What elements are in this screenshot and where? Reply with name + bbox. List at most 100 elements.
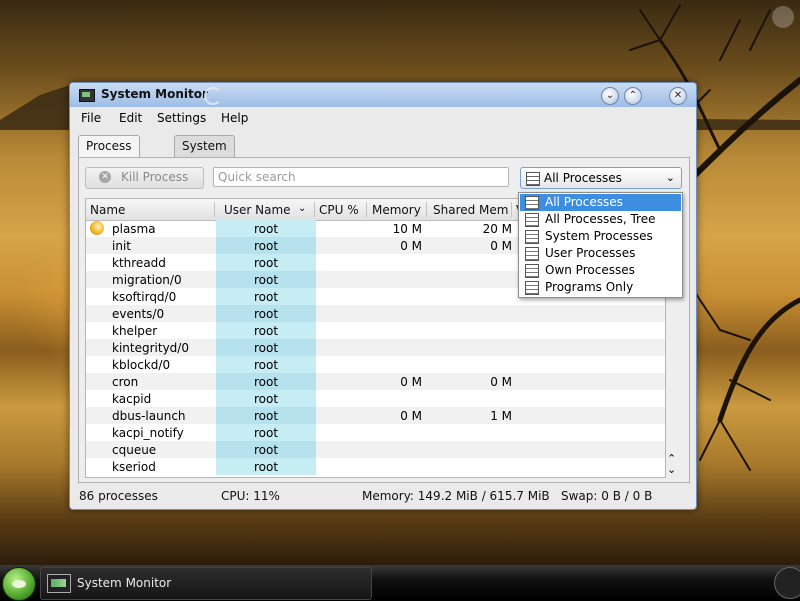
process-user: root xyxy=(253,358,279,372)
plasma-icon xyxy=(90,221,104,235)
table-row[interactable]: cron root 0 M 0 M xyxy=(86,373,665,390)
column-name[interactable]: Name xyxy=(90,203,125,217)
status-memory: Memory: 149.2 MiB / 615.7 MiB xyxy=(362,489,550,503)
dropdown-option[interactable]: System Processes xyxy=(520,228,681,245)
kill-process-button[interactable]: ✕ Kill Process xyxy=(85,167,204,189)
list-icon xyxy=(525,281,539,295)
process-user: root xyxy=(253,239,279,253)
process-name: kintegrityd/0 xyxy=(112,341,189,355)
dropdown-option[interactable]: Own Processes xyxy=(520,262,681,279)
table-row[interactable]: kacpi_notify root xyxy=(86,424,665,441)
column-cpu[interactable]: CPU % xyxy=(319,203,359,217)
column-separator xyxy=(214,202,215,217)
process-name: kblockd/0 xyxy=(112,358,171,372)
process-user: root xyxy=(253,324,279,338)
column-separator xyxy=(426,202,427,217)
window-title: System Monitor xyxy=(101,87,208,101)
desktop-toolbox-icon[interactable] xyxy=(772,6,794,28)
process-name: cqueue xyxy=(112,443,157,457)
menu-help[interactable]: Help xyxy=(221,111,248,125)
quick-search-input[interactable] xyxy=(213,167,509,187)
table-row[interactable]: kacpid root xyxy=(86,390,665,407)
kill-icon: ✕ xyxy=(99,171,111,183)
process-name: kacpid xyxy=(112,392,152,406)
list-icon xyxy=(525,213,539,227)
table-row[interactable]: kintegrityd/0 root xyxy=(86,339,665,356)
process-memory: 0 M xyxy=(400,375,422,389)
column-separator xyxy=(314,202,315,217)
column-shared-memory[interactable]: Shared Mem xyxy=(433,203,509,217)
taskbar-item-label: System Monitor xyxy=(77,576,172,590)
maximize-button[interactable]: ⌃ xyxy=(624,87,642,105)
dropdown-option-label: All Processes, Tree xyxy=(545,212,656,226)
monitor-icon xyxy=(47,574,71,593)
process-memory: 0 M xyxy=(400,239,422,253)
table-row[interactable]: kblockd/0 root xyxy=(86,356,665,373)
taskbar: System Monitor xyxy=(0,565,800,601)
process-user: root xyxy=(253,375,279,389)
dropdown-option[interactable]: Programs Only xyxy=(520,279,681,296)
dropdown-option[interactable]: All Processes xyxy=(520,194,681,211)
column-memory[interactable]: Memory xyxy=(372,203,421,217)
process-user: root xyxy=(253,290,279,304)
table-row[interactable]: events/0 root xyxy=(86,305,665,322)
tray-icon[interactable] xyxy=(774,567,800,599)
process-name: init xyxy=(112,239,131,253)
process-user: root xyxy=(253,460,279,474)
process-name: plasma xyxy=(112,222,156,236)
dropdown-option-label: Programs Only xyxy=(545,280,634,294)
table-row[interactable]: cqueue root xyxy=(86,441,665,458)
status-swap: Swap: 0 B / 0 B xyxy=(561,489,653,503)
chevron-down-icon: ⌄ xyxy=(665,171,675,184)
close-button[interactable]: ✕ xyxy=(669,87,687,105)
menu-edit[interactable]: Edit xyxy=(119,111,142,125)
process-user: root xyxy=(253,341,279,355)
taskbar-item-system-monitor[interactable]: System Monitor xyxy=(40,567,372,600)
column-user-name[interactable]: User Name xyxy=(224,203,291,217)
process-user: root xyxy=(253,273,279,287)
swirl-icon xyxy=(204,87,222,105)
table-row[interactable]: khelper root xyxy=(86,322,665,339)
dropdown-option-label: Own Processes xyxy=(545,263,635,277)
process-user: root xyxy=(253,222,279,236)
minimize-button[interactable]: ⌄ xyxy=(601,87,619,105)
tab-system-load[interactable]: System Load xyxy=(174,135,235,174)
dropdown-option[interactable]: User Processes xyxy=(520,245,681,262)
process-name: migration/0 xyxy=(112,273,182,287)
list-icon xyxy=(526,172,540,186)
process-shared-memory: 1 M xyxy=(490,409,512,423)
process-user: root xyxy=(253,256,279,270)
process-memory: 10 M xyxy=(392,222,422,236)
status-cpu: CPU: 11% xyxy=(221,489,280,503)
tab-process-table[interactable]: Process Table xyxy=(78,135,140,174)
process-user: root xyxy=(253,426,279,440)
window-titlebar[interactable]: System Monitor ⌄ ⌃ ✕ xyxy=(70,83,696,107)
column-separator xyxy=(511,202,512,217)
list-icon xyxy=(525,264,539,278)
process-name: events/0 xyxy=(112,307,165,321)
scroll-down-icon[interactable]: ⌄ xyxy=(667,463,676,476)
status-bar: 86 processes CPU: 11% Memory: 149.2 MiB … xyxy=(70,485,696,507)
process-memory: 0 M xyxy=(400,409,422,423)
table-row[interactable]: dbus-launch root 0 M 1 M xyxy=(86,407,665,424)
process-name: kacpi_notify xyxy=(112,426,184,440)
process-filter-combo[interactable]: All Processes ⌄ xyxy=(520,167,682,189)
process-filter-value: All Processes xyxy=(544,171,622,185)
process-user: root xyxy=(253,443,279,457)
kickoff-launcher-icon[interactable] xyxy=(2,567,36,601)
list-icon xyxy=(525,196,539,210)
menu-settings[interactable]: Settings xyxy=(157,111,206,125)
dropdown-option[interactable]: All Processes, Tree xyxy=(520,211,681,228)
process-user: root xyxy=(253,307,279,321)
process-name: cron xyxy=(112,375,139,389)
dropdown-option-label: System Processes xyxy=(545,229,653,243)
process-name: khelper xyxy=(112,324,158,338)
column-separator xyxy=(366,202,367,217)
process-name: kseriod xyxy=(112,460,156,474)
status-process-count: 86 processes xyxy=(79,489,158,503)
monitor-icon xyxy=(79,89,95,102)
table-row[interactable]: kseriod root xyxy=(86,458,665,475)
list-icon xyxy=(525,230,539,244)
process-shared-memory: 0 M xyxy=(490,375,512,389)
menu-file[interactable]: File xyxy=(81,111,101,125)
